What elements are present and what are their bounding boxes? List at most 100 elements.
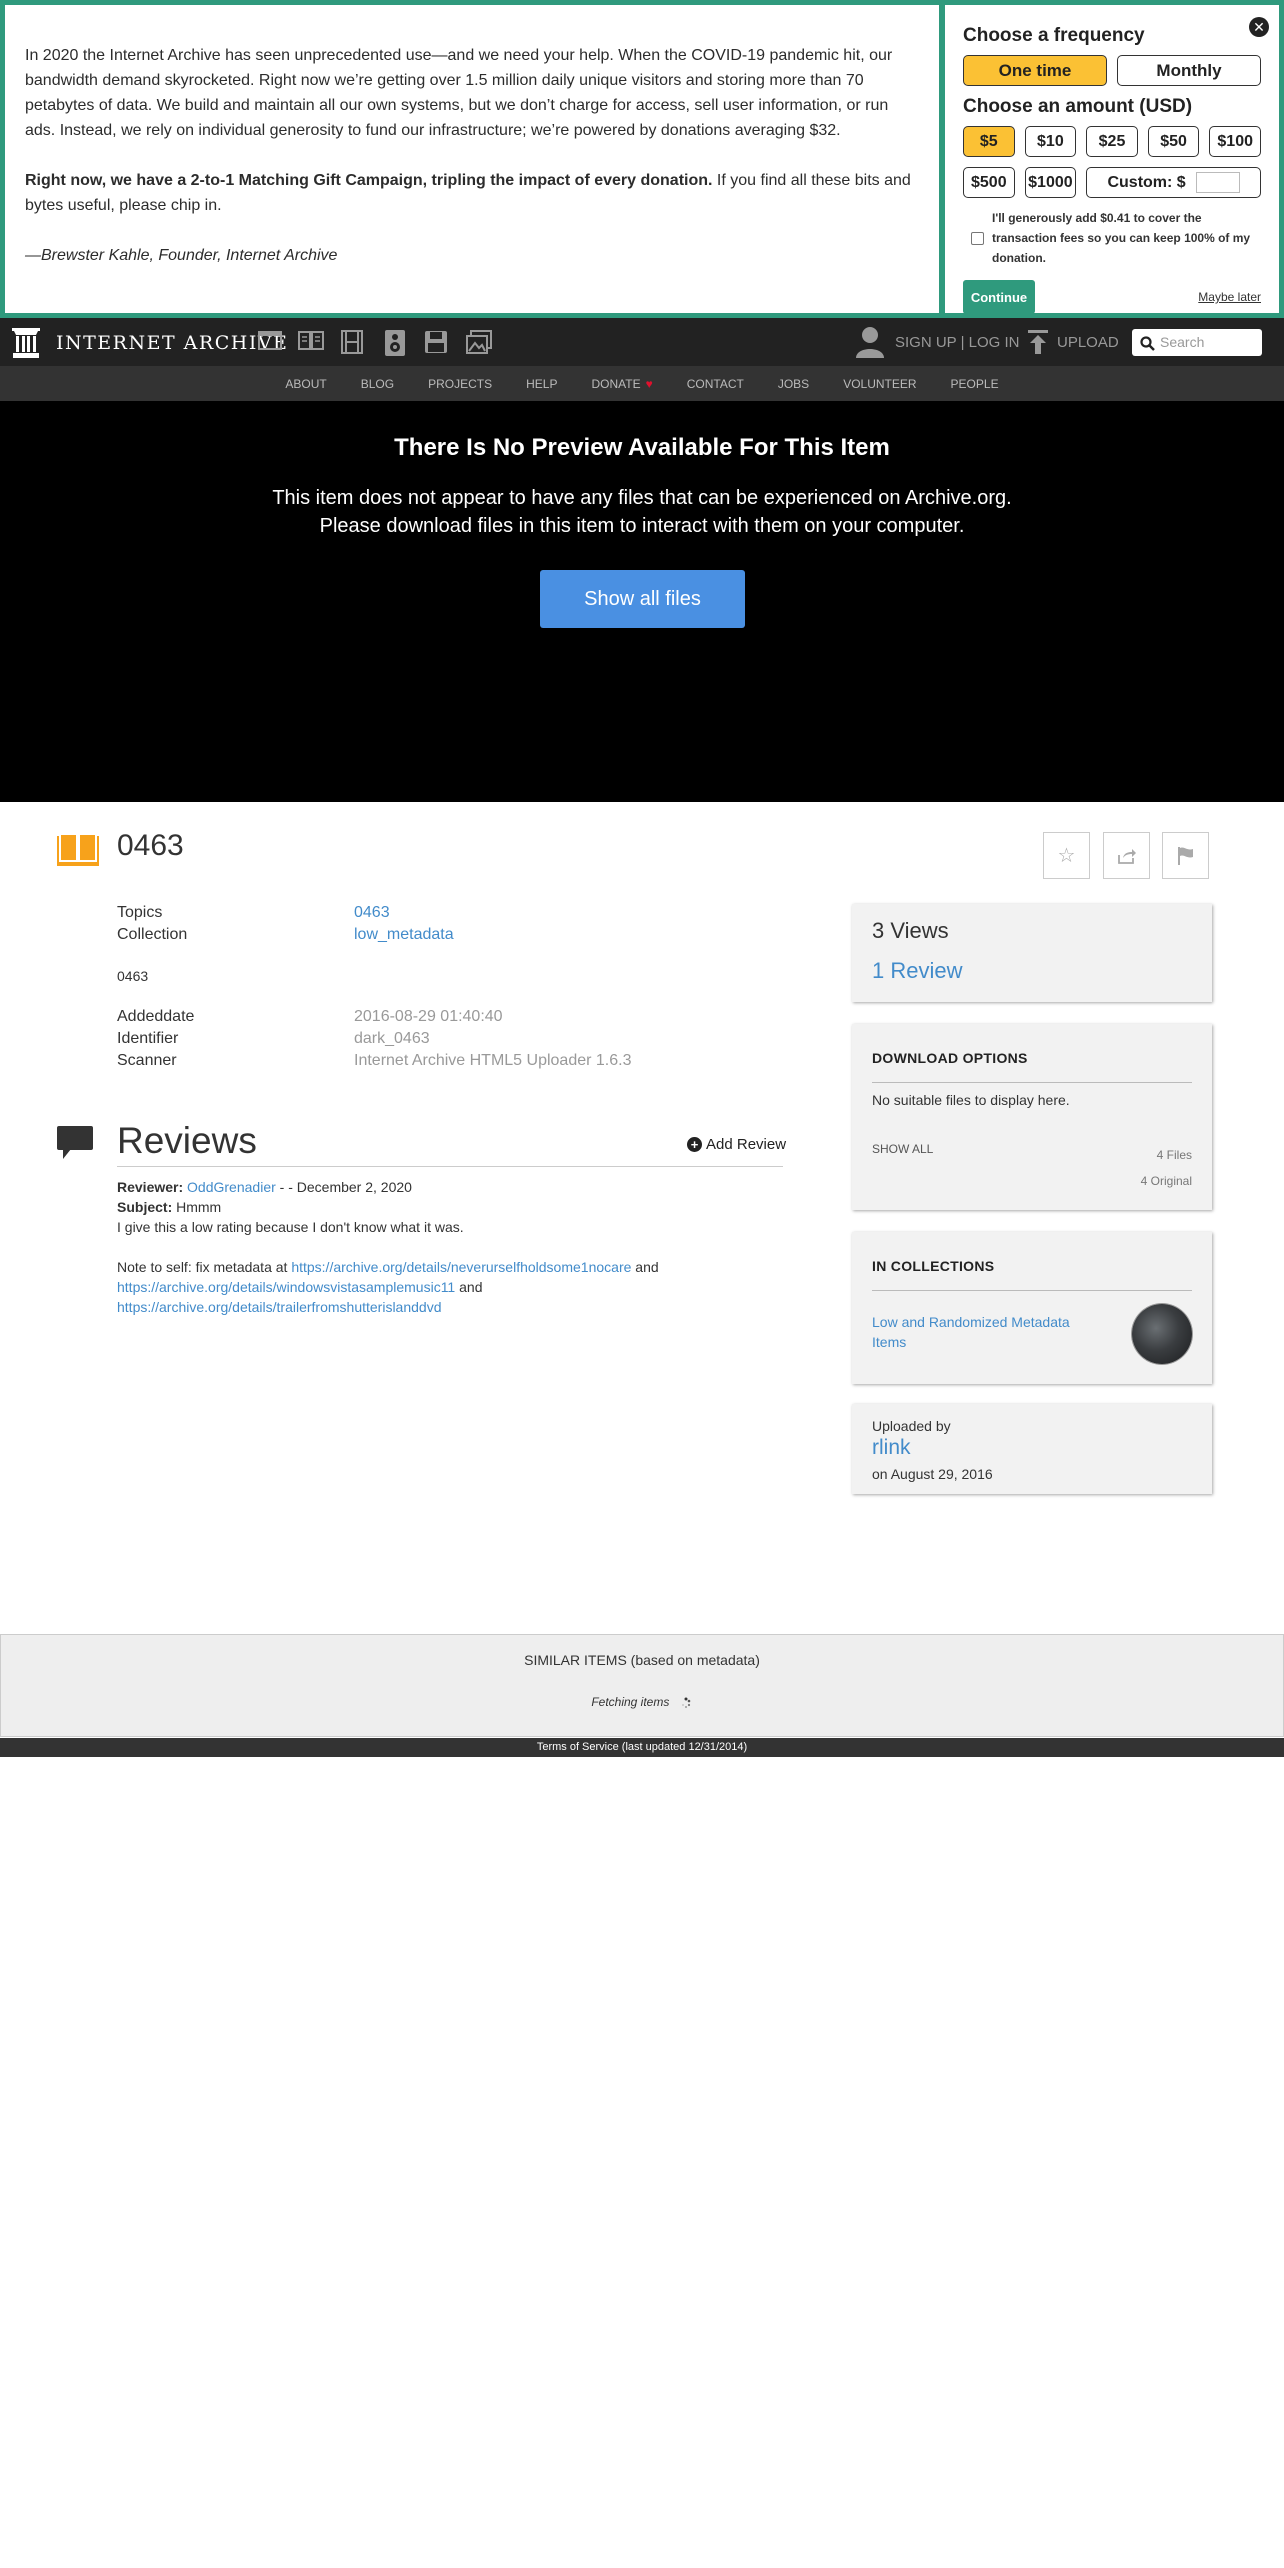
review-subject: Subject: Hmmm — [117, 1199, 221, 1215]
user-avatar-icon[interactable] — [855, 326, 885, 358]
subject-label: Subject: — [117, 1199, 173, 1215]
archive-logo-icon[interactable] — [12, 328, 40, 358]
nav-blog-link[interactable]: BLOG — [361, 377, 394, 391]
identifier-value: dark_0463 — [354, 1030, 430, 1047]
frequency-monthly-button[interactable]: Monthly — [1117, 55, 1261, 86]
frequency-one-time-button[interactable]: One time — [963, 55, 1107, 86]
nav-help-link[interactable]: HELP — [526, 377, 557, 391]
review-link-3[interactable]: https://archive.org/details/trailerfroms… — [117, 1299, 441, 1315]
item-theater: There Is No Preview Available For This I… — [0, 401, 1284, 802]
fetching-items-text: Fetching items — [591, 1695, 670, 1709]
software-icon[interactable] — [424, 330, 448, 354]
flag-button[interactable] — [1162, 832, 1209, 879]
nav-donate-link[interactable]: DONATE ♥ — [591, 377, 652, 391]
nav-people-link[interactable]: PEOPLE — [951, 377, 999, 391]
add-review-button[interactable]: + Add Review — [687, 1136, 786, 1153]
nav-projects-link[interactable]: PROJECTS — [428, 377, 492, 391]
in-collections-heading: IN COLLECTIONS — [872, 1258, 995, 1274]
reviews-count-link[interactable]: 1 Review — [872, 958, 962, 984]
share-icon — [1117, 848, 1136, 864]
top-navigation-bar: INTERNET ARCHIVE SIGN UP | LOG IN UPLOAD… — [0, 318, 1284, 366]
donation-banner: In 2020 the Internet Archive has seen un… — [0, 0, 1284, 318]
donation-paragraph-1: In 2020 the Internet Archive has seen un… — [25, 47, 893, 139]
views-count: 3 Views — [872, 918, 949, 943]
archive-logo-text[interactable]: INTERNET ARCHIVE — [56, 332, 288, 354]
loading-spinner-icon — [681, 1697, 690, 1708]
topics-value-link[interactable]: 0463 — [354, 904, 390, 922]
amount-5-button[interactable]: $5 — [963, 126, 1015, 157]
search-icon[interactable] — [1140, 336, 1155, 351]
reviews-divider — [117, 1166, 783, 1167]
signup-login-link[interactable]: SIGN UP | LOG IN — [895, 334, 1019, 351]
amount-100-button[interactable]: $100 — [1209, 126, 1261, 157]
collection-link[interactable]: Low and Randomized Metadata Items — [872, 1312, 1082, 1352]
heart-icon: ♥ — [645, 376, 653, 391]
web-icon[interactable] — [258, 330, 282, 352]
collection-value-link[interactable]: low_metadata — [354, 926, 454, 944]
search-box[interactable] — [1132, 329, 1262, 356]
maybe-later-link[interactable]: Maybe later — [1198, 290, 1261, 304]
comment-icon — [57, 1126, 93, 1159]
continue-button[interactable]: Continue — [963, 280, 1035, 314]
search-input[interactable] — [1160, 332, 1256, 352]
donation-signature: —Brewster Kahle, Founder, Internet Archi… — [25, 247, 338, 264]
upload-icon[interactable] — [1028, 330, 1048, 354]
in-collections-box: IN COLLECTIONS Low and Randomized Metada… — [852, 1232, 1212, 1384]
subject-value: Hmmm — [176, 1199, 222, 1215]
texts-mediatype-icon — [57, 834, 99, 866]
donation-form: ✕ Choose a frequency One time Monthly Ch… — [945, 5, 1279, 314]
addeddate-label: Addeddate — [117, 1008, 195, 1025]
cover-fees-checkbox[interactable] — [971, 232, 984, 245]
images-icon[interactable] — [466, 330, 492, 354]
plus-circle-icon: + — [687, 1137, 702, 1152]
reviewer-label: Reviewer: — [117, 1179, 184, 1195]
review-note-line-2: https://archive.org/details/windowsvista… — [117, 1279, 482, 1295]
identifier-label: Identifier — [117, 1030, 179, 1047]
nav-volunteer-link[interactable]: VOLUNTEER — [843, 377, 916, 391]
donation-paragraph-2: Right now, we have a 2-to-1 Matching Gif… — [25, 168, 919, 218]
terms-of-service-link[interactable]: Terms of Service (last updated 12/31/201… — [537, 1741, 747, 1753]
close-banner-icon[interactable]: ✕ — [1249, 17, 1269, 37]
amount-custom-field[interactable]: Custom: $ — [1086, 167, 1261, 198]
star-icon: ☆ — [1057, 845, 1076, 867]
amount-50-button[interactable]: $50 — [1147, 126, 1200, 157]
collection-thumbnail[interactable] — [1132, 1304, 1192, 1364]
texts-icon[interactable] — [298, 330, 324, 352]
show-all-files-link[interactable]: SHOW ALL — [872, 1142, 933, 1156]
nav-about-link[interactable]: ABOUT — [285, 377, 326, 391]
review-and-1: and — [631, 1259, 659, 1275]
upload-link[interactable]: UPLOAD — [1057, 334, 1119, 351]
review-link-1[interactable]: https://archive.org/details/neverurselfh… — [291, 1259, 631, 1275]
cover-fees-option[interactable]: I'll generously add $0.41 to cover the t… — [963, 208, 1261, 268]
review-link-2[interactable]: https://archive.org/details/windowsvista… — [117, 1279, 455, 1295]
topics-label: Topics — [117, 904, 163, 921]
nav-contact-link[interactable]: CONTACT — [687, 377, 744, 391]
nav-jobs-link[interactable]: JOBS — [778, 377, 809, 391]
amount-25-button[interactable]: $25 — [1086, 126, 1138, 157]
nav-donate-label: DONATE — [591, 376, 641, 391]
amount-1000-button[interactable]: $1000 — [1024, 167, 1077, 198]
item-description: 0463 — [117, 968, 149, 984]
reviewer-name-link[interactable]: OddGrenadier — [187, 1179, 276, 1195]
original-files-count: 4 Original — [1140, 1174, 1192, 1188]
custom-amount-input[interactable] — [1195, 172, 1240, 193]
no-files-message: No suitable files to display here. — [872, 1092, 1070, 1108]
show-all-files-button[interactable]: Show all files — [540, 570, 745, 628]
amount-10-button[interactable]: $10 — [1024, 126, 1077, 157]
footer-bar: Terms of Service (last updated 12/31/201… — [0, 1738, 1284, 1757]
share-button[interactable] — [1103, 832, 1150, 879]
audio-icon[interactable] — [384, 330, 406, 356]
review-note-prefix: Note to self: fix metadata at — [117, 1259, 292, 1275]
matching-gift-text: Right now, we have a 2-to-1 Matching Gif… — [25, 172, 713, 189]
review-and-2: and — [455, 1279, 483, 1295]
review-body-line: I give this a low rating because I don't… — [117, 1219, 464, 1235]
amount-heading: Choose an amount (USD) — [963, 96, 1193, 117]
add-review-label: Add Review — [706, 1136, 787, 1153]
download-options-heading: DOWNLOAD OPTIONS — [872, 1050, 1028, 1066]
amount-500-button[interactable]: $500 — [963, 167, 1015, 198]
uploader-name-link[interactable]: rlink — [872, 1436, 911, 1460]
uploader-box: Uploaded by rlink on August 29, 2016 — [852, 1404, 1212, 1494]
favorite-button[interactable]: ☆ — [1043, 832, 1090, 879]
flag-icon — [1177, 846, 1193, 865]
video-icon[interactable] — [340, 330, 364, 354]
